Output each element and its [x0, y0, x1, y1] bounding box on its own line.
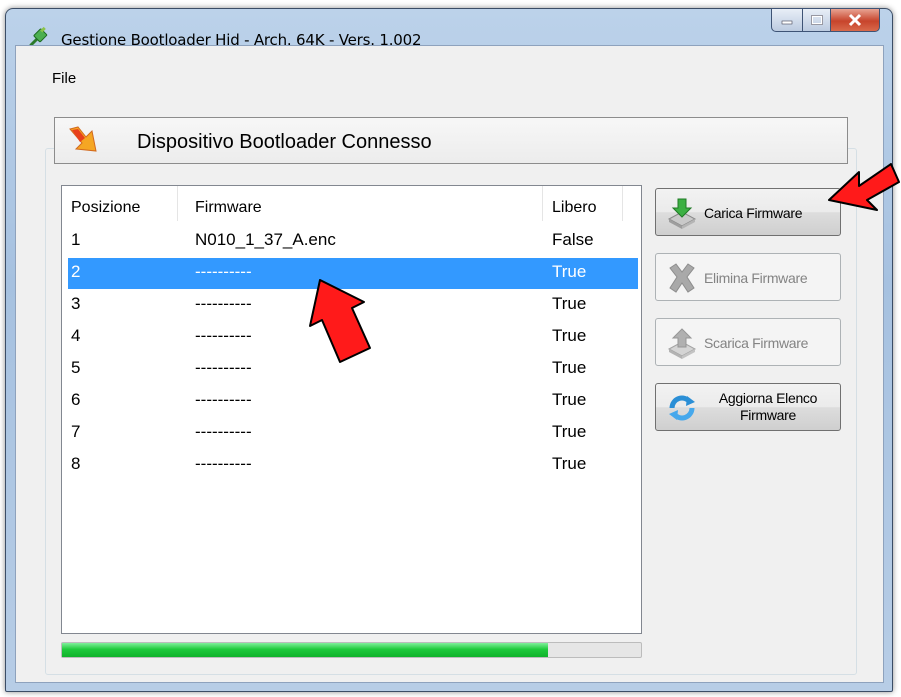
cell-free: False	[552, 230, 594, 249]
maximize-button[interactable]	[803, 8, 831, 32]
cell-free: True	[552, 454, 587, 473]
cell-position: 4	[71, 326, 81, 345]
cell-firmware: ----------	[195, 294, 252, 313]
cell-position: 2	[71, 262, 81, 281]
column-separator[interactable]	[542, 186, 543, 221]
cell-position: 8	[71, 454, 81, 473]
load-firmware-label: Carica Firmware	[704, 205, 803, 221]
cell-free: True	[552, 390, 587, 409]
download-firmware-label: Scarica Firmware	[704, 335, 809, 351]
column-separator[interactable]	[177, 186, 178, 221]
column-header-position[interactable]: Posizione	[71, 199, 140, 217]
table-row[interactable]: 8 ---------- True	[68, 450, 638, 481]
cell-firmware: ----------	[195, 358, 252, 377]
cell-firmware: ----------	[195, 390, 252, 409]
maximize-icon	[810, 15, 823, 25]
table-row[interactable]: 6 ---------- True	[68, 386, 638, 417]
cell-firmware: ----------	[195, 422, 252, 441]
delete-firmware-label: Elimina Firmware	[704, 270, 808, 286]
delete-firmware-button[interactable]: Elimina Firmware	[655, 253, 841, 301]
table-row[interactable]: 1 N010_1_37_A.enc False	[68, 226, 638, 257]
cell-position: 3	[71, 294, 81, 313]
title-bar[interactable]: Gestione Bootloader Hid - Arch. 64K - Ve…	[6, 9, 892, 49]
cell-free: True	[552, 358, 587, 377]
column-header-free[interactable]: Libero	[552, 199, 596, 217]
load-firmware-button[interactable]: Carica Firmware	[655, 188, 841, 236]
cell-position: 6	[71, 390, 81, 409]
download-gray-icon	[667, 328, 697, 359]
column-separator[interactable]	[622, 186, 623, 221]
cell-position: 5	[71, 358, 81, 377]
refresh-firmware-list-label: Aggiorna Elenco Firmware	[718, 390, 818, 423]
firmware-list[interactable]: Posizione Firmware Libero 1 N010_1_37_A.…	[61, 185, 642, 634]
cell-firmware: ----------	[195, 326, 252, 345]
progress-fill	[62, 643, 549, 657]
menu-file[interactable]: File	[52, 70, 76, 87]
header-title: Dispositivo Bootloader Connesso	[137, 131, 432, 153]
cell-free: True	[552, 262, 587, 281]
cell-firmware: N010_1_37_A.enc	[195, 230, 336, 249]
minimize-button[interactable]	[771, 8, 803, 32]
cell-free: True	[552, 294, 587, 313]
annotation-arrow-row	[309, 279, 371, 363]
cell-free: True	[552, 422, 587, 441]
close-icon	[848, 13, 862, 27]
cell-free: True	[552, 326, 587, 345]
progress-bar	[61, 642, 642, 658]
cell-position: 1	[71, 230, 81, 249]
minimize-icon	[781, 20, 793, 25]
header-panel: Dispositivo Bootloader Connesso	[54, 117, 848, 164]
download-green-icon	[667, 198, 697, 229]
cell-firmware: ----------	[195, 454, 252, 473]
list-header: Posizione Firmware Libero	[62, 186, 641, 221]
menu-bar	[16, 46, 883, 76]
cell-firmware: ----------	[195, 262, 252, 281]
refresh-icon	[669, 395, 695, 421]
close-button[interactable]	[831, 8, 880, 32]
delete-x-icon	[669, 263, 695, 293]
column-header-firmware[interactable]: Firmware	[195, 199, 262, 217]
refresh-firmware-list-button[interactable]: Aggiorna Elenco Firmware	[655, 383, 841, 431]
orange-arrow-icon	[69, 126, 97, 152]
annotation-arrow-load	[828, 163, 900, 211]
download-firmware-button[interactable]: Scarica Firmware	[655, 318, 841, 366]
cell-position: 7	[71, 422, 81, 441]
table-row[interactable]: 7 ---------- True	[68, 418, 638, 449]
caption-buttons	[771, 8, 880, 32]
